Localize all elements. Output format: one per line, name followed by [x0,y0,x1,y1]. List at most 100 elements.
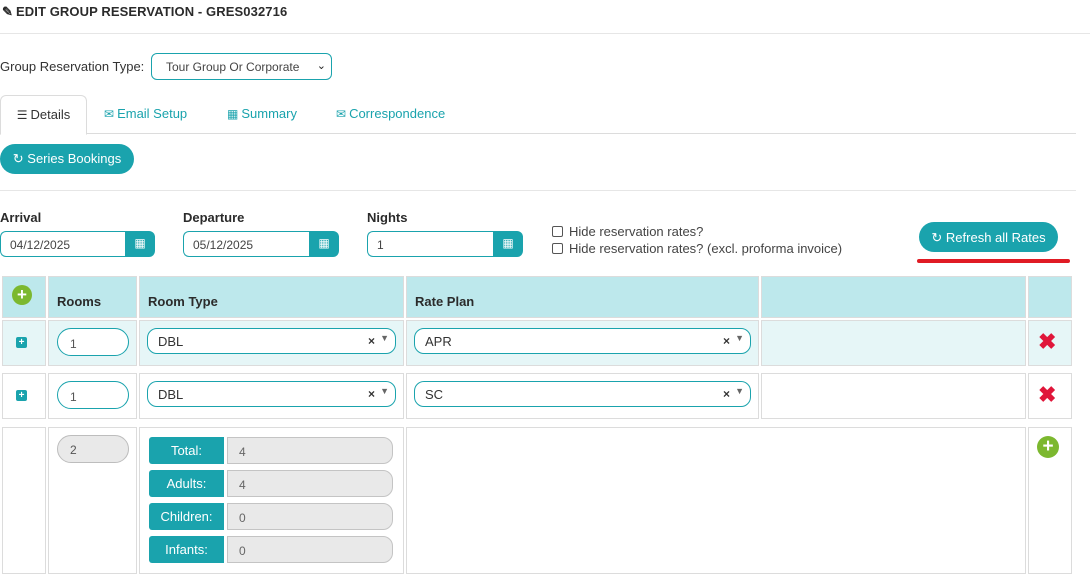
rate-plan-select[interactable]: SC × ▼ [414,381,751,407]
arrival-label: Arrival [0,210,42,225]
series-bookings-button[interactable]: ↻ Series Bookings [0,144,134,174]
refresh-icon: ↻ [931,230,943,245]
header-room-type-label: Room Type [148,294,218,309]
departure-input[interactable]: 05/12/2025 [183,231,309,257]
tab-email-setup-label: Email Setup [117,106,188,121]
children-label: Children: [149,503,224,530]
series-bookings-label: Series Bookings [27,151,122,166]
refresh-icon: ↻ [12,151,24,166]
adults-label: Adults: [149,470,224,497]
group-type-label: Group Reservation Type: [0,59,145,74]
pencil-icon: ✎ [2,4,13,19]
expand-row-icon[interactable]: + [16,390,27,401]
expand-row-icon[interactable]: + [16,337,27,348]
totals-action-cell: + [1028,427,1072,574]
envelope-icon: ✉ [104,107,115,121]
header-rate-plan-label: Rate Plan [415,294,475,309]
header-rooms: Rooms [48,276,137,318]
room-type-value: DBL [158,387,184,402]
highlight-underline [917,259,1070,263]
header-add-cell: + [2,276,46,318]
totals-empty-cell [2,427,46,574]
page-title-text: EDIT GROUP RESERVATION - GRES032716 [16,4,288,19]
arrival-calendar-button[interactable]: ▦ [125,231,155,257]
divider [0,190,1076,191]
rooms-input[interactable]: 1 [57,381,129,409]
group-type-value: Tour Group Or Corporate [166,60,300,74]
table-row-expand-cell: + [2,373,46,419]
chevron-down-icon: ▼ [380,386,389,396]
arrival-input[interactable]: 04/12/2025 [0,231,125,257]
header-rooms-label: Rooms [57,294,102,309]
title-bar: ✎ EDIT GROUP RESERVATION - GRES032716 [0,0,1090,34]
header-room-type: Room Type [139,276,404,318]
list-icon: ☰ [16,108,28,122]
tab-correspondence-label: Correspondence [349,106,446,121]
tab-email-setup[interactable]: ✉ Email Setup [104,95,187,134]
nights-calendar-button[interactable]: ▦ [493,231,523,257]
hide-rates-excl-checkbox[interactable] [552,243,563,254]
hide-rates-label: Hide reservation rates? [569,224,704,239]
refresh-all-rates-button[interactable]: ↻ Refresh all Rates [919,222,1058,252]
rooms-input[interactable]: 1 [57,328,129,356]
hide-rates-excl-label: Hide reservation rates? (excl. proforma … [569,241,843,256]
tab-correspondence[interactable]: ✉ Correspondence [336,95,445,134]
page-title: ✎ EDIT GROUP RESERVATION - GRES032716 [2,4,287,20]
table-row-empty-cell [761,320,1026,366]
tab-summary-label: Summary [241,106,297,121]
chevron-down-icon: ⌄ [316,60,326,72]
calendar-icon: ▦ [134,236,146,250]
rate-plan-select[interactable]: APR × ▼ [414,328,751,354]
totals-rooms-cell: 2 [48,427,137,574]
header-empty [761,276,1026,318]
chevron-down-icon: ▼ [735,386,744,396]
infants-label: Infants: [149,536,224,563]
calendar-icon: ▦ [318,236,330,250]
departure-label: Departure [183,210,245,225]
hide-rates-excl-option: Hide reservation rates? (excl. proforma … [552,241,842,256]
table-row-rate-plan-cell: APR × ▼ [406,320,759,366]
delete-row-icon[interactable]: ✖ [1038,384,1056,406]
clear-icon[interactable]: × [368,387,375,401]
rate-plan-value: APR [425,334,452,349]
room-type-select[interactable]: DBL × ▼ [147,381,396,407]
add-row-icon[interactable]: + [1037,436,1059,458]
clear-icon[interactable]: × [368,334,375,348]
room-type-select[interactable]: DBL × ▼ [147,328,396,354]
room-type-value: DBL [158,334,184,349]
table-row-room-type-cell: DBL × ▼ [139,373,404,419]
totals-empty-wide-cell [406,427,1026,574]
table-row-expand-cell: + [2,320,46,366]
table-row-room-type-cell: DBL × ▼ [139,320,404,366]
clear-icon[interactable]: × [723,334,730,348]
header-action [1028,276,1072,318]
table-row-empty-cell [761,373,1026,419]
table-row-rate-plan-cell: SC × ▼ [406,373,759,419]
refresh-all-rates-label: Refresh all Rates [945,230,1046,245]
total-value: 4 [227,437,393,464]
departure-calendar-button[interactable]: ▦ [309,231,339,257]
tab-details[interactable]: ☰ Details [0,95,87,135]
header-rate-plan: Rate Plan [406,276,759,318]
add-row-icon[interactable]: + [12,285,32,305]
tab-bar: ☰ Details ✉ Email Setup ▦ Summary ✉ Correspo… [0,95,1076,135]
hide-rates-checkbox[interactable] [552,226,563,237]
table-row-rooms-cell: 1 [48,320,137,366]
clear-icon[interactable]: × [723,387,730,401]
table-row-rooms-cell: 1 [48,373,137,419]
children-value: 0 [227,503,393,530]
chevron-down-icon: ▼ [735,333,744,343]
group-type-select[interactable]: Tour Group Or Corporate ⌄ [151,53,332,80]
rate-plan-value: SC [425,387,444,402]
infants-value: 0 [227,536,393,563]
adults-value: 4 [227,470,393,497]
envelope-icon: ✉ [336,107,347,121]
delete-row-icon[interactable]: ✖ [1038,331,1056,353]
tab-summary[interactable]: ▦ Summary [227,95,297,134]
hide-rates-option: Hide reservation rates? [552,224,703,239]
tab-details-label: Details [30,107,71,122]
chevron-down-icon: ▼ [380,333,389,343]
nights-input[interactable]: 1 [367,231,493,257]
total-rooms-value: 2 [57,435,129,463]
grid-icon: ▦ [227,107,239,121]
